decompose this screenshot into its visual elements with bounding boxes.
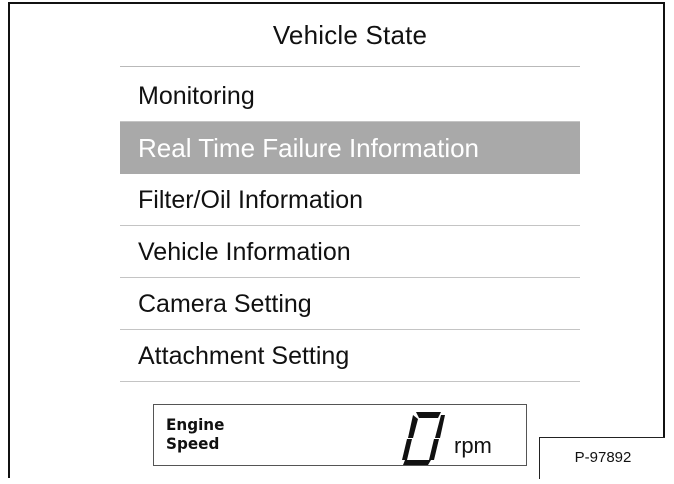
- engine-speed-readout: Engine Speed 0 rpm: [153, 404, 527, 466]
- engine-speed-label-line2: Speed: [166, 434, 220, 453]
- menu-item-label: Camera Setting: [138, 290, 312, 318]
- engine-speed-unit: rpm: [454, 433, 492, 458]
- menu-item-camera-setting[interactable]: Camera Setting: [120, 278, 580, 330]
- menu-item-attachment-setting[interactable]: Attachment Setting: [120, 330, 580, 382]
- menu-item-monitoring[interactable]: Monitoring: [120, 70, 580, 122]
- figure-reference-code: P-97892: [574, 449, 632, 466]
- menu-item-filter-oil-information[interactable]: Filter/Oil Information: [120, 174, 580, 226]
- menu-item-label: Filter/Oil Information: [138, 186, 364, 214]
- vehicle-state-menu: Monitoring Real Time Failure Information…: [120, 70, 580, 382]
- engine-speed-label-line1: Engine: [166, 415, 225, 434]
- engine-speed-label: Engine Speed: [166, 415, 224, 453]
- engine-speed-value: 0: [402, 412, 445, 465]
- menu-item-label: Real Time Failure Information: [138, 133, 480, 163]
- figure-reference-box: P-97892: [539, 437, 665, 479]
- menu-item-label: Attachment Setting: [138, 342, 350, 370]
- screen-title: Vehicle State: [272, 20, 428, 50]
- menu-item-real-time-failure-information[interactable]: Real Time Failure Information: [120, 122, 580, 174]
- menu-item-label: Monitoring: [138, 82, 255, 110]
- menu-item-label: Vehicle Information: [138, 238, 351, 266]
- engine-speed-digit: [402, 412, 445, 465]
- title-divider: [120, 66, 580, 67]
- menu-item-vehicle-information[interactable]: Vehicle Information: [120, 226, 580, 278]
